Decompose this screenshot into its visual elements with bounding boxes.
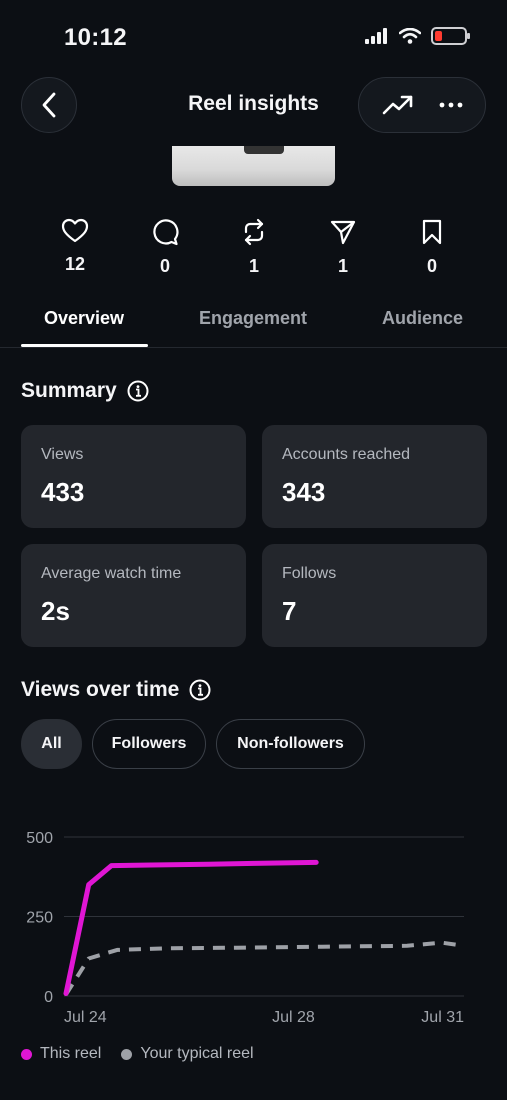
share-icon	[330, 220, 356, 245]
stat-comments: 0	[135, 218, 195, 277]
stat-value: 1	[337, 256, 348, 276]
stat-value: 12	[64, 254, 86, 274]
reel-thumbnail[interactable]	[172, 146, 335, 186]
tab-audience[interactable]: Audience	[382, 308, 463, 329]
bookmark-icon	[422, 219, 442, 245]
series-line-this-reel	[63, 859, 319, 996]
status-icons	[365, 27, 470, 45]
info-icon[interactable]	[189, 679, 211, 701]
signal-icon	[365, 28, 387, 44]
views-over-time-heading: Views over time	[21, 678, 211, 702]
summary-title: Summary	[21, 379, 117, 402]
card-value: 343	[282, 477, 326, 507]
x-tick-label: Jul 24	[64, 1009, 107, 1026]
status-time: 10:12	[64, 24, 127, 51]
wifi-icon	[399, 28, 421, 44]
x-tick-label: Jul 31	[421, 1009, 464, 1026]
tab-overview[interactable]: Overview	[44, 308, 124, 329]
card-label: Views	[41, 446, 84, 463]
views-over-time-title: Views over time	[21, 678, 180, 701]
stat-reposts: 1	[224, 218, 284, 277]
stat-value: 0	[426, 256, 437, 276]
follows-card[interactable]: Follows 7	[262, 544, 487, 647]
summary-heading: Summary	[21, 379, 149, 403]
stat-shares: 1	[313, 218, 373, 277]
card-value: 7	[282, 596, 297, 626]
legend-typical-reel: Your typical reel	[121, 1045, 254, 1063]
x-tick-label: Jul 28	[272, 1009, 315, 1026]
accounts-reached-card[interactable]: Accounts reached 343	[262, 425, 487, 528]
comment-icon	[153, 219, 179, 246]
card-label: Follows	[282, 565, 337, 582]
card-value: 433	[41, 477, 85, 507]
legend-dot-typical-reel	[121, 1048, 133, 1060]
filter-followers[interactable]: Followers	[92, 719, 206, 769]
stat-likes: 12	[45, 218, 105, 275]
header-actions	[358, 77, 486, 133]
trending-up-icon	[382, 95, 412, 115]
legend-label: This reel	[40, 1045, 102, 1062]
status-bar: 10:12	[0, 0, 507, 70]
insights-tabs: Overview Engagement Audience	[0, 300, 507, 348]
card-label: Average watch time	[41, 565, 182, 582]
y-tick-label: 500	[26, 830, 53, 847]
stat-value: 1	[248, 256, 259, 276]
series-line-typical-reel	[64, 940, 465, 996]
card-label: Accounts reached	[282, 446, 411, 463]
chart-legend: This reel Your typical reel	[21, 1045, 254, 1063]
views-card[interactable]: Views 433	[21, 425, 246, 528]
stat-saves: 0	[402, 218, 462, 277]
trending-button[interactable]	[382, 94, 414, 116]
legend-this-reel: This reel	[21, 1045, 101, 1063]
average-watch-time-card[interactable]: Average watch time 2s	[21, 544, 246, 647]
filter-all[interactable]: All	[21, 719, 82, 769]
battery-icon	[431, 27, 470, 45]
active-tab-indicator	[21, 344, 148, 347]
filter-non-followers[interactable]: Non-followers	[216, 719, 365, 769]
heart-icon	[61, 218, 89, 243]
y-tick-label: 250	[26, 910, 53, 927]
more-button[interactable]	[439, 102, 463, 108]
views-over-time-chart: 500 250 0 Jul 24 Jul 28 Jul 31	[26, 830, 465, 1026]
tab-engagement[interactable]: Engagement	[199, 308, 307, 329]
more-icon	[439, 102, 462, 108]
y-tick-label: 0	[44, 989, 53, 1006]
info-icon[interactable]	[127, 380, 149, 402]
legend-label: Your typical reel	[140, 1045, 254, 1062]
stat-value: 0	[159, 256, 170, 276]
legend-dot-this-reel	[21, 1048, 32, 1060]
card-value: 2s	[41, 596, 70, 626]
repost-icon	[244, 218, 264, 246]
